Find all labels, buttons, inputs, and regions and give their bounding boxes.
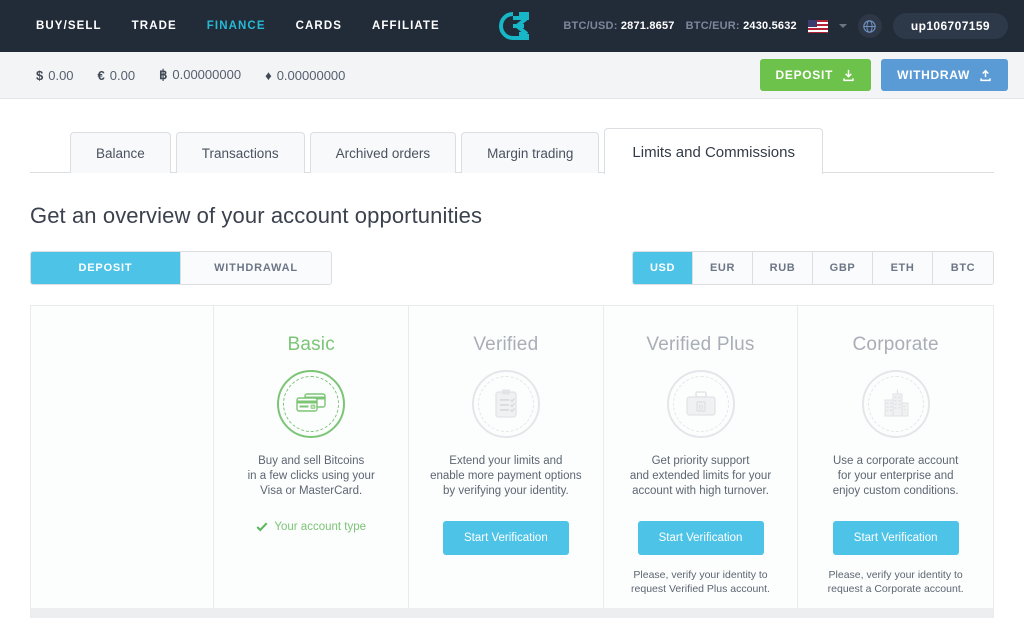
upload-icon — [980, 69, 991, 81]
balance-btc: ฿ 0.00000000 — [159, 67, 241, 83]
grid-label-column — [31, 306, 215, 608]
balance-actions: DEPOSIT WITHDRAW — [759, 59, 1008, 91]
account-card-verified: Verified Extend your limits and enable m… — [409, 306, 604, 608]
nav-link-cards[interactable]: CARDS — [296, 20, 342, 32]
clipboard-icon — [471, 370, 540, 438]
account-card-corporate-description: Use a corporate account for your enterpr… — [832, 455, 959, 497]
balance-eth-amount: 0.00000000 — [276, 67, 346, 83]
btc-symbol-icon: ฿ — [159, 67, 168, 82]
nav-link-affiliate[interactable]: AFFILIATE — [372, 20, 440, 32]
account-types-grid: Basic Buy and sell Bitcoins in a few cli… — [30, 305, 994, 608]
account-card-basic-description: Buy and sell Bitcoins in a few clicks us… — [247, 455, 375, 497]
account-card-basic-status-label: Your account type — [274, 521, 367, 533]
deposit-button-label: DEPOSIT — [775, 68, 834, 82]
eth-symbol-icon: ♦ — [265, 67, 272, 83]
rate-btc-usd-label: BTC/USD: — [563, 20, 618, 32]
currency-eur[interactable]: EUR — [693, 252, 753, 284]
cex-logo-icon[interactable] — [492, 8, 532, 44]
account-card-verified-title: Verified — [473, 334, 539, 355]
start-verification-button-corporate[interactable]: Start Verification — [832, 521, 959, 555]
currency-eth[interactable]: ETH — [873, 252, 933, 284]
page-title: Get an overview of your account opportun… — [30, 203, 483, 228]
section-tabs: Balance Transactions Archived orders Mar… — [0, 121, 1024, 174]
account-card-basic: Basic Buy and sell Bitcoins in a few cli… — [214, 306, 410, 608]
globe-icon[interactable] — [857, 14, 882, 38]
account-card-corporate: Corporate Use a corporate account for yo… — [798, 306, 993, 608]
nav-link-buysell[interactable]: BUY/SELL — [36, 20, 102, 32]
balance-btc-amount: 0.00000000 — [172, 67, 242, 82]
currency-btc[interactable]: BTC — [933, 252, 993, 284]
withdraw-button-label: WITHDRAW — [897, 68, 970, 82]
credit-cards-icon — [277, 370, 346, 438]
start-verification-button-verified[interactable]: Start Verification — [442, 521, 569, 555]
main-content: Get an overview of your account opportun… — [0, 203, 1024, 608]
buildings-icon — [861, 370, 930, 438]
toggle-deposit[interactable]: DEPOSIT — [31, 252, 181, 284]
controls-row: DEPOSIT WITHDRAWAL USD EUR RUB GBP ETH B… — [30, 251, 994, 285]
account-card-verified-description: Extend your limits and enable more payme… — [430, 455, 582, 497]
direction-toggle: DEPOSIT WITHDRAWAL — [30, 251, 332, 285]
tab-balance[interactable]: Balance — [70, 132, 171, 173]
rate-btc-eur-label: BTC/EUR: — [685, 20, 740, 32]
currency-gbp[interactable]: GBP — [813, 252, 873, 284]
download-icon — [843, 69, 854, 81]
eur-symbol-icon: € — [97, 67, 105, 83]
nav-right-cluster: BTC/USD: 2871.8657 BTC/EUR: 2430.5632 up… — [563, 13, 1008, 39]
tab-margin-trading[interactable]: Margin trading — [461, 132, 600, 173]
main-nav-links: BUY/SELL TRADE FINANCE CARDS AFFILIATE — [36, 20, 440, 32]
currency-usd[interactable]: USD — [633, 252, 693, 284]
usd-symbol-icon: $ — [36, 67, 44, 83]
user-account-button[interactable]: up106707159 — [892, 13, 1008, 39]
table-next-row-strip — [30, 608, 994, 618]
tab-limits-and-commissions[interactable]: Limits and Commissions — [604, 128, 823, 174]
account-card-basic-status: Your account type — [256, 521, 366, 533]
tab-archived-orders[interactable]: Archived orders — [309, 132, 457, 173]
account-card-verified-plus-description: Get priority support and extended limits… — [629, 455, 772, 497]
chevron-down-icon[interactable] — [838, 24, 847, 28]
balance-eth: ♦ 0.00000000 — [265, 68, 345, 83]
nav-link-trade[interactable]: TRADE — [132, 20, 177, 32]
rate-btc-usd: BTC/USD: 2871.8657 — [563, 20, 674, 32]
account-card-verified-plus: Verified Plus B Get priority support and… — [604, 306, 799, 608]
account-card-corporate-note: Please, verify your identity to request … — [827, 569, 964, 595]
balance-bar: $ 0.00 € 0.00 ฿ 0.00000000 ♦ 0.00000000 … — [0, 52, 1024, 99]
svg-text:B: B — [698, 404, 703, 411]
balance-usd-amount: 0.00 — [48, 67, 74, 83]
start-verification-button-verified-plus[interactable]: Start Verification — [637, 521, 764, 555]
rate-btc-eur: BTC/EUR: 2430.5632 — [686, 20, 797, 32]
balance-eur: € 0.00 — [98, 68, 136, 83]
toggle-withdrawal[interactable]: WITHDRAWAL — [181, 252, 331, 284]
account-card-corporate-title: Corporate — [852, 334, 939, 355]
top-navigation-bar: BUY/SELL TRADE FINANCE CARDS AFFILIATE B… — [0, 0, 1024, 52]
withdraw-button[interactable]: WITHDRAW — [881, 59, 1008, 91]
tab-transactions[interactable]: Transactions — [175, 132, 305, 173]
currency-selector: USD EUR RUB GBP ETH BTC — [632, 251, 994, 285]
account-card-basic-title: Basic — [287, 334, 335, 355]
rate-btc-usd-value: 2871.8657 — [620, 20, 675, 32]
balance-usd: $ 0.00 — [36, 68, 74, 83]
account-card-verified-plus-title: Verified Plus — [646, 334, 755, 355]
balance-eur-amount: 0.00 — [109, 67, 136, 83]
currency-rub[interactable]: RUB — [753, 252, 813, 284]
briefcase-icon: B — [666, 370, 735, 438]
rate-btc-eur-value: 2430.5632 — [743, 20, 797, 32]
nav-link-finance[interactable]: FINANCE — [207, 20, 266, 32]
check-icon — [256, 522, 268, 532]
deposit-button[interactable]: DEPOSIT — [759, 59, 872, 91]
account-card-verified-plus-note: Please, verify your identity to request … — [631, 569, 770, 595]
balance-list: $ 0.00 € 0.00 ฿ 0.00000000 ♦ 0.00000000 — [36, 67, 345, 83]
us-flag-icon[interactable] — [807, 19, 828, 33]
